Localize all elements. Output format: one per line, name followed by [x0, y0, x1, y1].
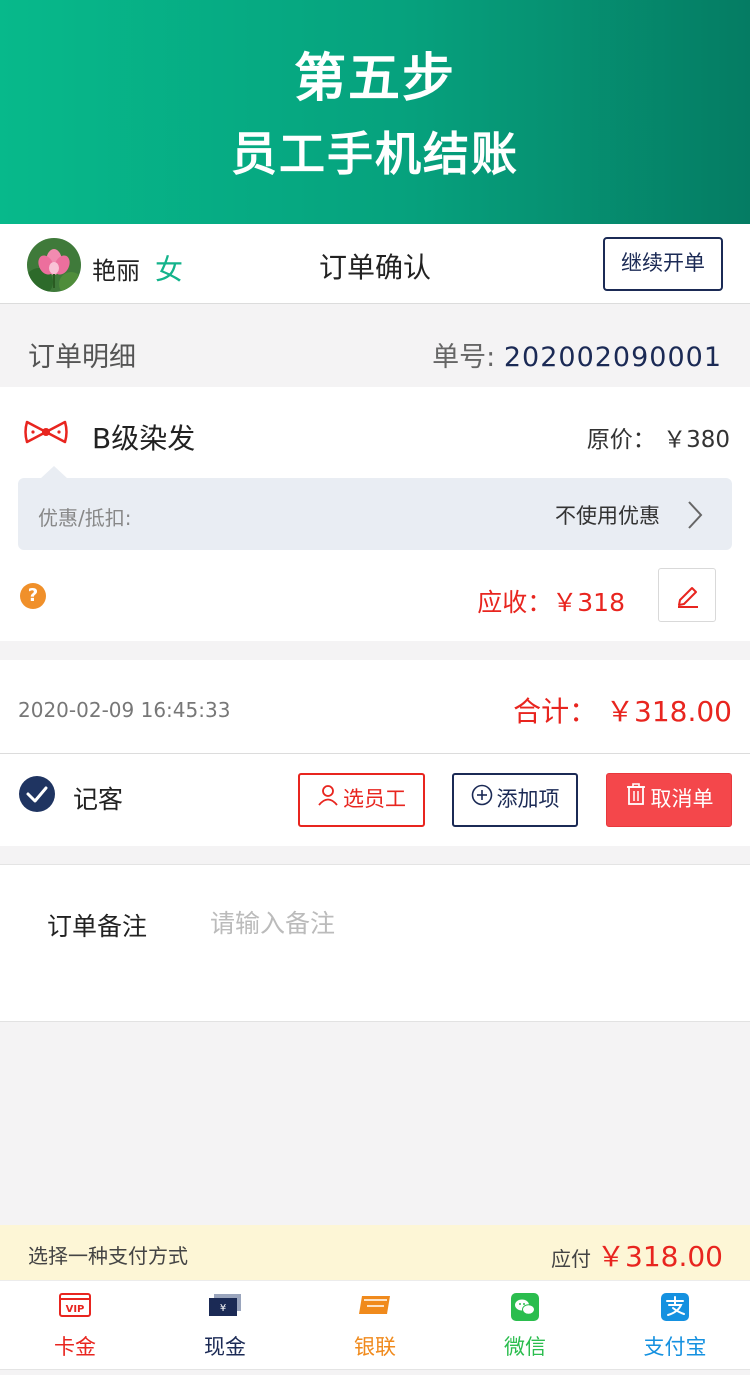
- cash-icon: ¥: [208, 1293, 242, 1321]
- payment-method-cash-label: 现金: [204, 1335, 246, 1359]
- wechat-icon: [511, 1293, 539, 1325]
- payment-method-card-label: 卡金: [54, 1335, 96, 1359]
- register-customer-label: 记客: [73, 785, 124, 814]
- help-icon[interactable]: ?: [20, 583, 46, 609]
- continue-order-button[interactable]: 继续开单: [603, 237, 723, 291]
- original-price: 原价： ￥380: [586, 427, 730, 453]
- cancel-order-button[interactable]: 取消单: [606, 773, 732, 827]
- payment-methods-bar: VIP 卡金 ¥ 现金 银联 微信 支付宝: [0, 1280, 750, 1370]
- order-summary-card: 2020-02-09 16:45:33 合计： ￥318.00 记客 选员工 添…: [0, 660, 750, 846]
- cancel-order-label: 取消单: [650, 788, 714, 811]
- register-customer-checkbox[interactable]: [19, 776, 55, 812]
- payment-method-wechat-label: 微信: [504, 1335, 546, 1359]
- banner-subtitle: 员工手机结账: [231, 127, 519, 181]
- order-detail-label: 订单明细: [28, 342, 136, 373]
- payment-prompt: 选择一种支付方式: [28, 1244, 188, 1268]
- divider: [0, 753, 750, 754]
- select-staff-button[interactable]: 选员工: [298, 773, 425, 827]
- discount-label: 优惠/抵扣:: [38, 506, 132, 530]
- order-number: 单号: 202002090001: [432, 335, 722, 374]
- person-icon: [317, 774, 339, 826]
- bow-tie-icon: [24, 419, 68, 449]
- order-note-card: 订单备注: [0, 864, 750, 1022]
- receivable-amount: 应收：￥318: [477, 588, 625, 617]
- payment-method-unionpay[interactable]: 银联: [300, 1281, 450, 1371]
- plus-circle-icon: [471, 774, 493, 826]
- top-bar: 艳丽 女 订单确认 继续开单: [0, 224, 750, 304]
- avatar[interactable]: [27, 238, 81, 292]
- gender-label: 女: [155, 253, 184, 286]
- payment-method-cash[interactable]: ¥ 现金: [150, 1281, 300, 1371]
- discount-value: 不使用优惠: [555, 504, 660, 528]
- payment-method-alipay-label: 支付宝: [643, 1335, 707, 1359]
- amount-due-value: ￥318.00: [597, 1240, 723, 1273]
- order-item-card: B级染发 原价： ￥380 优惠/抵扣: 不使用优惠 ? 应收：￥318: [0, 387, 750, 641]
- payment-bar: 选择一种支付方式 应付 ￥318.00: [0, 1225, 750, 1280]
- banner-step-title: 第五步: [293, 49, 456, 109]
- vip-card-icon: VIP: [59, 1293, 91, 1321]
- add-item-button[interactable]: 添加项: [452, 773, 578, 827]
- amount-due-label: 应付: [551, 1247, 592, 1271]
- checkmark-icon: [26, 786, 48, 803]
- order-number-value: 202002090001: [503, 342, 722, 373]
- item-name: B级染发: [92, 422, 196, 455]
- amount-due: 应付 ￥318.00: [551, 1235, 723, 1275]
- payment-method-card[interactable]: VIP 卡金: [0, 1281, 150, 1371]
- order-datetime: 2020-02-09 16:45:33: [18, 698, 231, 722]
- payment-method-wechat[interactable]: 微信: [450, 1281, 600, 1371]
- svg-text:VIP: VIP: [66, 1304, 85, 1315]
- select-staff-label: 选员工: [343, 788, 406, 811]
- payment-method-unionpay-label: 银联: [354, 1335, 396, 1359]
- edit-price-button[interactable]: [658, 568, 716, 622]
- order-note-label: 订单备注: [47, 912, 148, 941]
- order-number-label: 单号:: [432, 342, 496, 373]
- add-item-label: 添加项: [496, 788, 560, 811]
- trash-icon: [625, 774, 647, 826]
- svg-text:¥: ¥: [220, 1303, 226, 1314]
- order-detail-header: 订单明细 单号: 202002090001: [0, 305, 750, 387]
- chevron-right-icon: [686, 500, 704, 534]
- alipay-icon: [661, 1293, 689, 1325]
- unionpay-icon: [358, 1293, 392, 1321]
- order-note-input[interactable]: [210, 905, 710, 941]
- user-name: 艳丽: [92, 257, 140, 285]
- order-total: 合计： ￥318.00: [513, 695, 732, 728]
- pencil-icon: [675, 582, 701, 612]
- discount-selector[interactable]: 优惠/抵扣: 不使用优惠: [18, 466, 732, 550]
- promo-banner: 第五步 员工手机结账: [0, 0, 750, 224]
- payment-method-alipay[interactable]: 支付宝: [600, 1281, 750, 1371]
